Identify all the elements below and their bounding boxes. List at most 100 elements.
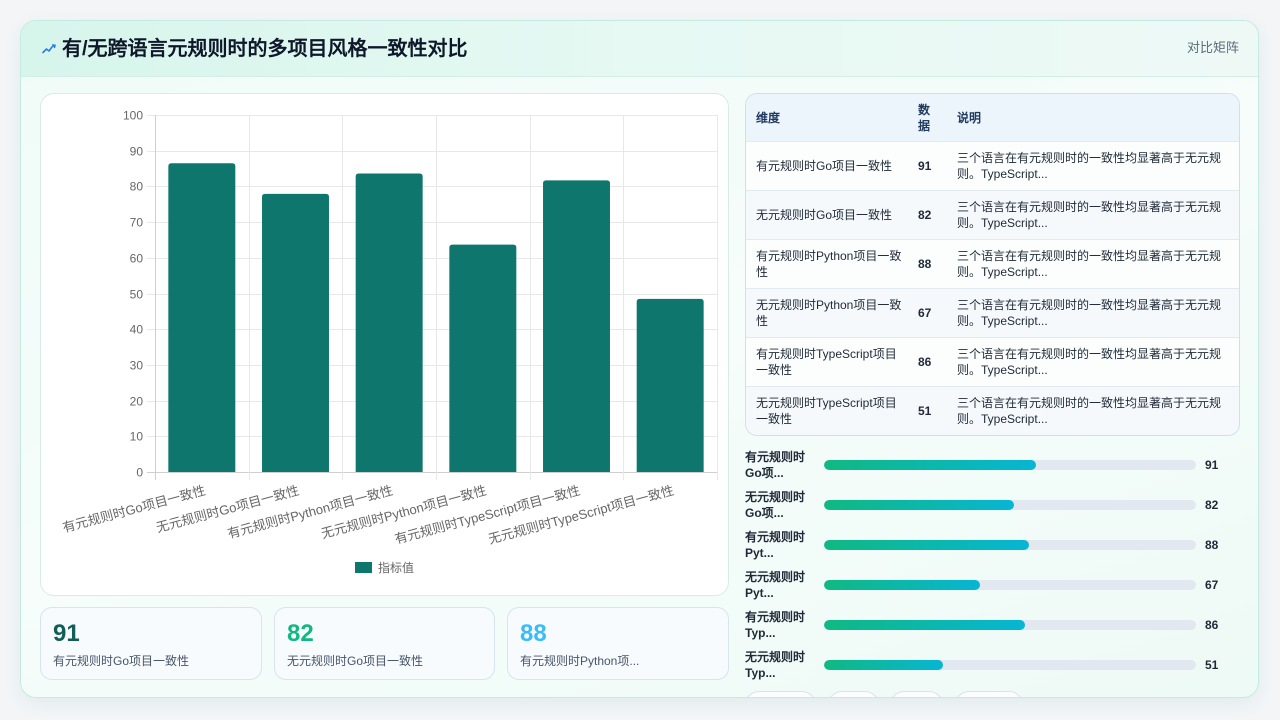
note-cell: 三个语言在有元规则时的一致性均显著高于无元规则。TypeScript... [947, 239, 1239, 288]
column-header-value: 数据 [908, 94, 947, 141]
legend-swatch [355, 562, 372, 573]
dimension-cell: 无元规则时TypeScript项目一致性 [746, 386, 908, 435]
table-row: 有元规则时Go项目一致性 91 三个语言在有元规则时的一致性均显著高于无元规则。… [746, 141, 1239, 190]
value-cell: 88 [908, 239, 947, 288]
y-tick-label: 40 [130, 323, 144, 337]
y-tick-label: 90 [130, 145, 144, 159]
value-cell: 86 [908, 337, 947, 386]
value-cell: 91 [908, 141, 947, 190]
column-header-dimension: 维度 [746, 94, 908, 141]
y-tick-label: 80 [130, 180, 144, 194]
note-cell: 三个语言在有元规则时的一致性均显著高于无元规则。TypeScript... [947, 386, 1239, 435]
y-tick-label: 0 [136, 466, 143, 480]
table-row: 无元规则时TypeScript项目一致性 51 三个语言在有元规则时的一致性均显… [746, 386, 1239, 435]
note-cell: 三个语言在有元规则时的一致性均显著高于无元规则。TypeScript... [947, 190, 1239, 239]
progress-list: 有元规则时Go项... 91 无元规则时Go项... 82 有元规则时Pyt..… [745, 445, 1240, 685]
view-label: 对比矩阵 [1186, 40, 1239, 55]
progress-value: 91 [1205, 458, 1219, 472]
progress-fill [824, 500, 1014, 510]
page-title: 有/无跨语言元规则时的多项目风格一致性对比 [62, 38, 468, 60]
stat-label: 有元规则时Python项... [520, 654, 640, 668]
stat-card: 82 无元规则时Go项目一致性 [274, 607, 495, 680]
progress-label: 无元规则时Pyt... [745, 570, 806, 600]
progress-value: 67 [1205, 578, 1219, 592]
progress-track [824, 620, 1196, 630]
table-header-row: 维度 数据 说明 [746, 94, 1239, 141]
progress-label: 有元规则时Pyt... [745, 530, 806, 560]
pulse-icon [42, 44, 56, 54]
progress-track [824, 660, 1196, 670]
progress-track [824, 500, 1196, 510]
dimension-cell: 无元规则时Go项目一致性 [746, 190, 908, 239]
bar [543, 180, 610, 472]
header: 有/无跨语言元规则时的多项目风格一致性对比 对比矩阵 [21, 21, 1258, 77]
progress-value: 51 [1205, 658, 1219, 672]
note-cell: 三个语言在有元规则时的一致性均显著高于无元规则。TypeScript... [947, 141, 1239, 190]
bar [168, 163, 236, 472]
value-cell: 67 [908, 288, 947, 337]
table-row: 有元规则时Python项目一致性 88 三个语言在有元规则时的一致性均显著高于无… [746, 239, 1239, 288]
progress-item: 无元规则时Go项... 82 [745, 485, 1240, 525]
progress-label: 有元规则时Typ... [745, 610, 806, 640]
note-cell: 三个语言在有元规则时的一致性均显著高于无元规则。TypeScript... [947, 337, 1239, 386]
progress-fill [824, 580, 981, 590]
bar [262, 193, 329, 472]
progress-item: 有元规则时Typ... 86 [745, 605, 1240, 645]
stat-value: 88 [520, 620, 547, 647]
progress-item: 有元规则时Go项... 91 [745, 445, 1240, 485]
progress-item: 无元规则时Typ... 51 [745, 645, 1240, 685]
note-cell: 三个语言在有元规则时的一致性均显著高于无元规则。TypeScript... [947, 288, 1239, 337]
y-tick-label: 60 [130, 252, 144, 266]
table-row: 无元规则时Python项目一致性 67 三个语言在有元规则时的一致性均显著高于无… [746, 288, 1239, 337]
bar-chart: 0102030405060708090100有元规则时Go项目一致性无元规则时G… [61, 109, 718, 575]
y-tick-label: 20 [130, 395, 144, 409]
stat-value: 82 [287, 620, 314, 647]
legend-label: 指标值 [378, 560, 414, 575]
dimension-cell: 有元规则时Go项目一致性 [746, 141, 908, 190]
x-tick-label: 有元规则时Python项目一致性 [226, 483, 395, 542]
progress-item: 无元规则时Pyt... 67 [745, 565, 1240, 605]
y-tick-label: 10 [130, 430, 144, 444]
progress-value: 82 [1205, 498, 1219, 512]
progress-item: 有元规则时Pyt... 88 [745, 525, 1240, 565]
stat-label: 有元规则时Go项目一致性 [53, 654, 190, 668]
stat-card: 88 有元规则时Python项... [507, 607, 729, 680]
table-row: 有元规则时TypeScript项目一致性 86 三个语言在有元规则时的一致性均显… [746, 337, 1239, 386]
column-header-note: 说明 [947, 94, 1239, 141]
stat-value: 91 [53, 620, 80, 647]
y-tick-label: 70 [130, 216, 144, 230]
progress-fill [824, 460, 1037, 470]
progress-track [824, 540, 1196, 550]
dimension-cell: 无元规则时Python项目一致性 [746, 288, 908, 337]
progress-label: 有元规则时Go项... [745, 450, 806, 480]
progress-label: 无元规则时Typ... [745, 650, 806, 680]
filter-chip[interactable] [745, 691, 816, 697]
progress-value: 86 [1205, 618, 1219, 632]
bar [636, 298, 704, 472]
progress-fill [824, 620, 1025, 630]
filter-chip[interactable] [828, 691, 879, 697]
filter-chips [745, 691, 1023, 697]
bar [355, 173, 423, 472]
progress-fill [824, 540, 1029, 550]
table-row: 无元规则时Go项目一致性 82 三个语言在有元规则时的一致性均显著高于无元规则。… [746, 190, 1239, 239]
dimension-cell: 有元规则时Python项目一致性 [746, 239, 908, 288]
progress-track [824, 580, 1196, 590]
data-table: 维度 数据 说明 有元规则时Go项目一致性 91 三个语言在有元规则时的一致性均… [745, 93, 1240, 436]
filter-chip[interactable] [890, 691, 943, 697]
chart-panel: 0 10 20 30 40 50 60 70 80 90 100 有元规则时Go项目一致性 无元规则时G… [40, 93, 729, 596]
value-cell: 82 [908, 190, 947, 239]
stat-label: 无元规则时Go项目一致性 [287, 654, 424, 668]
y-tick-label: 50 [130, 288, 144, 302]
progress-value: 88 [1205, 538, 1219, 552]
progress-label: 无元规则时Go项... [745, 490, 806, 520]
filter-chip[interactable] [955, 691, 1023, 697]
progress-track [824, 460, 1196, 470]
bar [449, 244, 517, 472]
value-cell: 51 [908, 386, 947, 435]
y-tick-label: 100 [123, 109, 143, 123]
dashboard-card: 有/无跨语言元规则时的多项目风格一致性对比 对比矩阵 0 10 20 30 40 50 60… [20, 20, 1259, 698]
progress-fill [824, 660, 944, 670]
dimension-cell: 有元规则时TypeScript项目一致性 [746, 337, 908, 386]
stat-card: 91 有元规则时Go项目一致性 [40, 607, 262, 680]
